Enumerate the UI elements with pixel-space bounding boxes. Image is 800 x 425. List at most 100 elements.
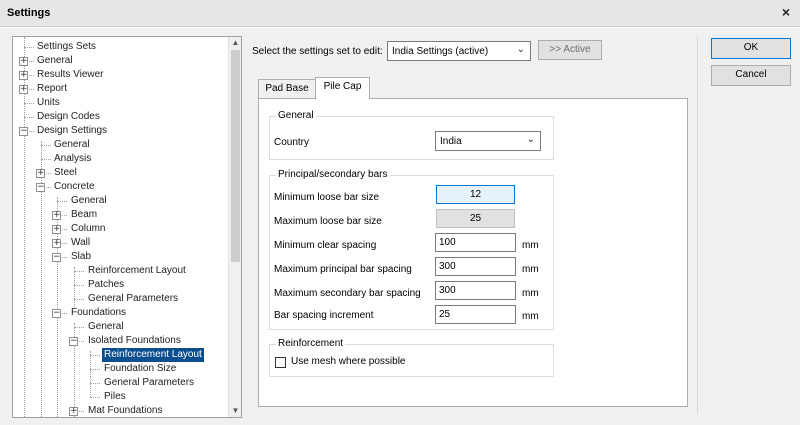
use-mesh-label[interactable]: Use mesh where possible <box>291 356 406 367</box>
expand-icon[interactable]: + <box>19 71 28 80</box>
collapse-icon[interactable]: − <box>52 253 61 262</box>
min-clear-spacing-label: Minimum clear spacing <box>274 240 377 251</box>
tree-item-steel[interactable]: + Steel <box>13 166 213 180</box>
country-value: India <box>440 136 462 147</box>
tab-pad-base[interactable]: Pad Base <box>258 79 316 98</box>
tab-pile-cap[interactable]: Pile Cap <box>315 77 370 99</box>
unit-label: mm <box>522 311 539 322</box>
tree-item-label[interactable]: Column <box>69 222 107 236</box>
tree-item-units[interactable]: Units <box>13 96 213 110</box>
tree-item-label[interactable]: Foundations <box>69 306 128 320</box>
tree-item-label[interactable]: General <box>86 320 126 334</box>
tree-item-isolated-foundations[interactable]: − Isolated Foundations <box>13 334 213 348</box>
bar-spacing-increment-label: Bar spacing increment <box>274 310 374 321</box>
tree-item-slab-reinforcement-layout[interactable]: Reinforcement Layout <box>13 264 213 278</box>
tree-item-general[interactable]: + General <box>13 54 213 68</box>
bars-group: Principal/secondary bars Minimum loose b… <box>269 169 554 330</box>
max-principal-bar-spacing-field[interactable]: 300 <box>435 257 516 276</box>
settings-set-dropdown[interactable]: India Settings (active) ⌄ <box>387 41 531 61</box>
unit-label: mm <box>522 288 539 299</box>
tree-item-label[interactable]: General <box>52 138 92 152</box>
tree-item-foundation-size[interactable]: Foundation Size <box>13 362 213 376</box>
title-bar: Settings × <box>0 0 800 27</box>
tree-item-foundations[interactable]: − Foundations <box>13 306 213 320</box>
general-group-title: General <box>276 110 316 121</box>
tree-item-label[interactable]: Steel <box>52 166 79 180</box>
close-icon[interactable]: × <box>782 4 790 20</box>
expand-icon[interactable]: + <box>19 85 28 94</box>
settings-set-label: Select the settings set to edit: <box>252 46 383 57</box>
tree-item-label[interactable]: Wall <box>69 236 92 250</box>
tree-item-foundations-general[interactable]: General <box>13 320 213 334</box>
tree-item-label[interactable]: Report <box>35 82 69 96</box>
tree-item-wall[interactable]: + Wall <box>13 236 213 250</box>
tree-item-label[interactable]: Units <box>35 96 62 110</box>
tree-item-beam[interactable]: + Beam <box>13 208 213 222</box>
tree-item-design-settings[interactable]: − Design Settings <box>13 124 213 138</box>
country-dropdown[interactable]: India ⌄ <box>435 131 541 151</box>
collapse-icon[interactable]: − <box>69 337 78 346</box>
tree-item-label[interactable]: Concrete <box>52 180 97 194</box>
tree-scrollbar[interactable]: ▲ ▼ <box>228 37 241 417</box>
pile-cap-panel: General Country India ⌄ Principal/second… <box>258 98 688 407</box>
tree-item-label[interactable]: Settings Sets <box>35 40 98 54</box>
tree-item-piles[interactable]: Piles <box>13 390 213 404</box>
collapse-icon[interactable]: − <box>19 127 28 136</box>
reinforcement-group-title: Reinforcement <box>276 338 346 349</box>
collapse-icon[interactable]: − <box>52 309 61 318</box>
tree-item-label[interactable]: Mat Foundations <box>86 404 165 417</box>
set-active-button[interactable]: >> Active <box>538 40 602 60</box>
tree-item-label[interactable]: Slab <box>69 250 93 264</box>
tree-item-analysis[interactable]: Analysis <box>13 152 213 166</box>
expand-icon[interactable]: + <box>19 57 28 66</box>
tree-item-concrete-general[interactable]: General <box>13 194 213 208</box>
expand-icon[interactable]: + <box>36 169 45 178</box>
tree-item-label[interactable]: Foundation Size <box>102 362 178 376</box>
tree-item-label[interactable]: Design Codes <box>35 110 102 124</box>
tree-item-label[interactable]: Isolated Foundations <box>86 334 183 348</box>
tree-item-design-general[interactable]: General <box>13 138 213 152</box>
tree-item-label[interactable]: Patches <box>86 278 126 292</box>
use-mesh-checkbox[interactable] <box>275 357 286 368</box>
tree-item-label[interactable]: Design Settings <box>35 124 109 138</box>
tree-item-label[interactable]: General <box>35 54 75 68</box>
tree-item-slab-general-parameters[interactable]: General Parameters <box>13 292 213 306</box>
settings-set-value: India Settings (active) <box>392 46 489 57</box>
ok-button[interactable]: OK <box>711 38 791 59</box>
max-secondary-bar-spacing-field[interactable]: 300 <box>435 281 516 300</box>
scroll-down-icon[interactable]: ▼ <box>229 405 241 417</box>
tree-item-isolated-reinforcement-layout[interactable]: Reinforcement Layout <box>13 347 213 363</box>
expand-icon[interactable]: + <box>52 211 61 220</box>
tree-item-report[interactable]: + Report <box>13 82 213 96</box>
tree-item-label[interactable]: Piles <box>102 390 128 404</box>
tree-item-mat-foundations[interactable]: + Mat Foundations <box>13 404 213 417</box>
min-clear-spacing-field[interactable]: 100 <box>435 233 516 252</box>
tree-item-design-codes[interactable]: Design Codes <box>13 110 213 124</box>
unit-label: mm <box>522 240 539 251</box>
collapse-icon[interactable]: − <box>36 183 45 192</box>
expand-icon[interactable]: + <box>52 225 61 234</box>
tree-item-label[interactable]: Results Viewer <box>35 68 106 82</box>
max-loose-bar-size-field[interactable]: 25 <box>436 209 515 228</box>
expand-icon[interactable]: + <box>52 239 61 248</box>
bar-spacing-increment-field[interactable]: 25 <box>435 305 516 324</box>
tree-item-label[interactable]: Reinforcement Layout <box>86 264 188 278</box>
tree-item-label[interactable]: General Parameters <box>102 376 196 390</box>
tree-item-patches[interactable]: Patches <box>13 278 213 292</box>
tree-item-column[interactable]: + Column <box>13 222 213 236</box>
scrollbar-thumb[interactable] <box>231 50 240 262</box>
cancel-button[interactable]: Cancel <box>711 65 791 86</box>
tree-item-settings-sets[interactable]: Settings Sets <box>13 40 213 54</box>
tree-item-slab[interactable]: − Slab <box>13 250 213 264</box>
tree-item-results-viewer[interactable]: + Results Viewer <box>13 68 213 82</box>
tree-item-isolated-general-parameters[interactable]: General Parameters <box>13 376 213 390</box>
tree-item-label[interactable]: Reinforcement Layout <box>101 347 205 363</box>
min-loose-bar-size-field[interactable]: 12 <box>436 185 515 204</box>
expand-icon[interactable]: + <box>69 407 78 416</box>
tree-item-concrete[interactable]: − Concrete <box>13 180 213 194</box>
tree-item-label[interactable]: General Parameters <box>86 292 180 306</box>
tree-item-label[interactable]: Beam <box>69 208 99 222</box>
tree-item-label[interactable]: Analysis <box>52 152 93 166</box>
tree-item-label[interactable]: General <box>69 194 109 208</box>
scroll-up-icon[interactable]: ▲ <box>229 37 241 49</box>
